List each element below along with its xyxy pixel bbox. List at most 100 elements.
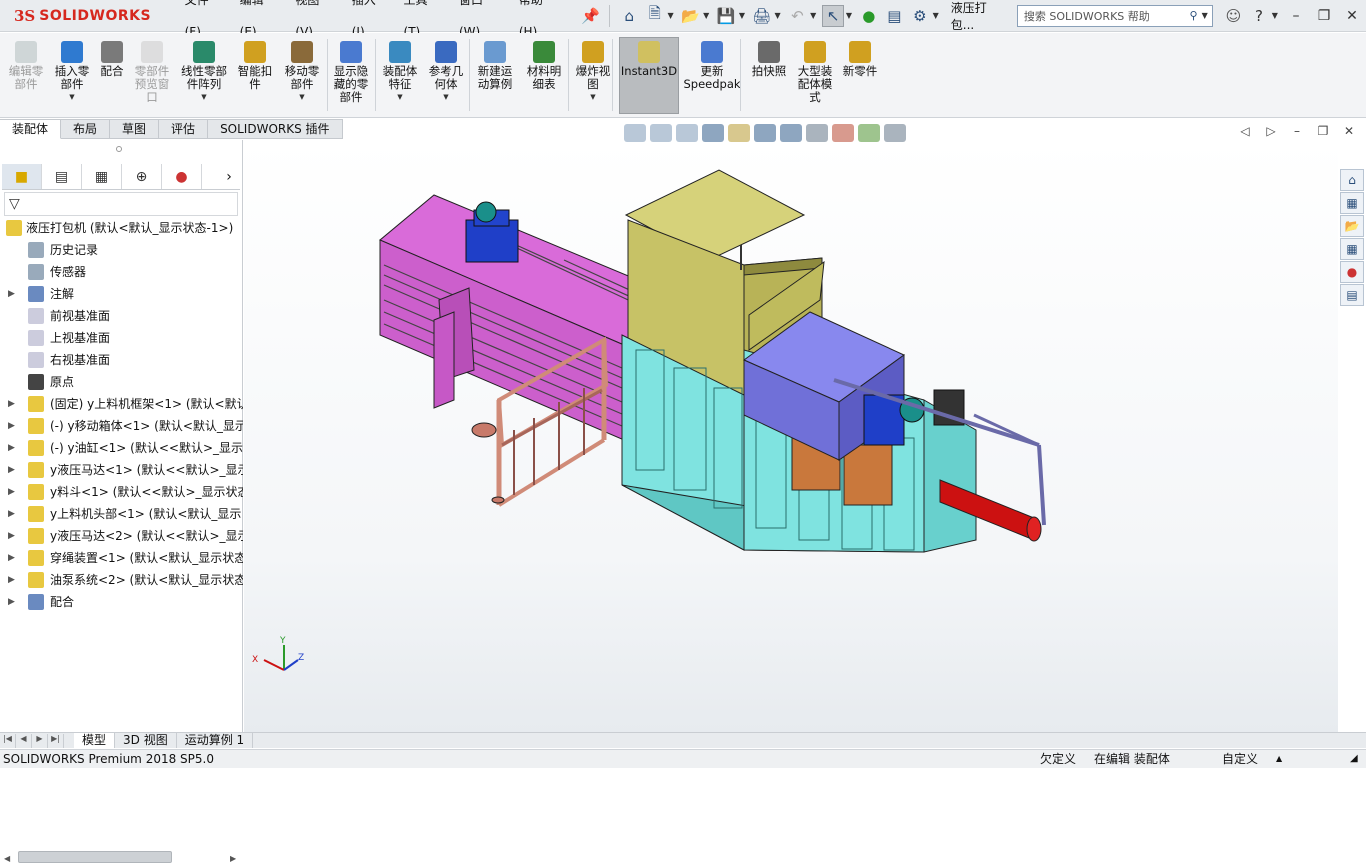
user-icon[interactable]: ☺: [1223, 5, 1245, 27]
file-explorer-icon[interactable]: 📂: [1340, 215, 1364, 237]
cmd-new-motion-study-button[interactable]: 新建运 动算例: [470, 37, 520, 91]
cmd-speedpak-button[interactable]: 更新 Speedpak: [682, 37, 742, 91]
close-icon[interactable]: ✕: [1338, 8, 1366, 24]
undo-icon[interactable]: ↶: [787, 5, 809, 27]
tree-item[interactable]: 原点: [0, 371, 243, 393]
cmd-large-assembly-button[interactable]: 大型装 配体模 式: [792, 37, 838, 104]
cmd-edit-component-button[interactable]: 编辑零 部件: [2, 37, 50, 91]
new-document-icon[interactable]: 🗎: [644, 4, 666, 27]
chevron-down-icon[interactable]: ▼: [424, 91, 468, 104]
chevron-right-icon[interactable]: ▶: [8, 569, 18, 591]
scroll-right-icon[interactable]: ▶: [230, 854, 238, 863]
units-status[interactable]: 自定义: [1222, 750, 1258, 768]
tree-item[interactable]: ▶ (-) y油缸<1> (默认<<默认>_显示: [0, 437, 243, 459]
restore-icon[interactable]: ❐: [1310, 8, 1338, 24]
section-view-icon[interactable]: [702, 124, 724, 142]
tab-model[interactable]: 模型: [74, 733, 116, 748]
view-orientation-icon[interactable]: [754, 124, 776, 142]
cmd-smart-fasteners-button[interactable]: 智能扣 件: [234, 37, 276, 91]
tree-item[interactable]: ▶ (固定) y上料机框架<1> (默认<默认: [0, 393, 243, 415]
baler-3d-model[interactable]: Y X Z: [244, 140, 1338, 732]
tree-item[interactable]: 前视基准面: [0, 305, 243, 327]
dimxpert-manager-tab-icon[interactable]: ⊕: [122, 164, 162, 189]
appearances-icon[interactable]: ●: [1340, 261, 1364, 283]
scroll-left-icon[interactable]: ◀: [4, 854, 12, 863]
scroll-thumb[interactable]: [18, 851, 172, 863]
help-icon[interactable]: ?: [1248, 5, 1270, 27]
tree-item[interactable]: ▶ 注解: [0, 283, 243, 305]
rebuild-traffic-light-icon[interactable]: ●: [858, 5, 880, 27]
cmd-bom-button[interactable]: 材料明 细表: [522, 37, 566, 91]
viewport-back-icon[interactable]: ◁: [1232, 124, 1258, 138]
cmd-insert-component-button[interactable]: 插入零 部件 ▼: [50, 37, 94, 104]
tree-item[interactable]: ▶ y液压马达<1> (默认<<默认>_显示: [0, 459, 243, 481]
dynamic-annotation-icon[interactable]: [728, 124, 750, 142]
cmd-mate-button[interactable]: 配合: [95, 37, 129, 78]
chevron-down-icon[interactable]: ▼: [667, 11, 673, 20]
tree-item[interactable]: 传感器: [0, 261, 243, 283]
tab-layout[interactable]: 布局: [61, 119, 111, 139]
view-palette-icon[interactable]: ▦: [1340, 238, 1364, 260]
resize-grip-icon[interactable]: ◢: [1350, 750, 1358, 768]
chevron-down-icon[interactable]: ▼: [376, 91, 424, 104]
chevron-right-icon[interactable]: ▶: [8, 591, 18, 613]
viewport-minimize-icon[interactable]: –: [1284, 124, 1310, 138]
custom-properties-icon[interactable]: ▤: [1340, 284, 1364, 306]
edit-appearance-icon[interactable]: [832, 124, 854, 142]
graphics-area[interactable]: Y X Z: [244, 140, 1338, 732]
solidworks-resources-icon[interactable]: ⌂: [1340, 169, 1364, 191]
chevron-down-icon[interactable]: ▼: [50, 91, 94, 104]
tab-addins[interactable]: SOLIDWORKS 插件: [208, 119, 343, 139]
display-manager-tab-icon[interactable]: ●: [162, 164, 202, 189]
file-properties-icon[interactable]: ▤: [884, 5, 906, 27]
tab-evaluate[interactable]: 评估: [159, 119, 209, 139]
apply-scene-icon[interactable]: [858, 124, 880, 142]
chevron-down-icon[interactable]: ▼: [570, 91, 616, 104]
chevron-down-icon[interactable]: ▼: [846, 11, 852, 20]
minimize-icon[interactable]: –: [1282, 8, 1310, 24]
prev-tab-icon[interactable]: ◀: [16, 733, 32, 748]
chevron-right-icon[interactable]: ▶: [8, 459, 18, 481]
chevron-down-icon[interactable]: ▼: [739, 11, 745, 20]
tab-assembly[interactable]: 装配体: [0, 119, 62, 139]
tree-item[interactable]: ▶ 配合: [0, 591, 243, 613]
view-settings-icon[interactable]: [884, 124, 906, 142]
chevron-right-icon[interactable]: ▶: [8, 503, 18, 525]
options-gear-icon[interactable]: ⚙: [909, 5, 931, 27]
tree-item[interactable]: 右视基准面: [0, 349, 243, 371]
cmd-instant3d-button[interactable]: Instant3D: [620, 37, 678, 78]
chevron-down-icon[interactable]: ▼: [1272, 11, 1278, 20]
panel-grip[interactable]: [116, 146, 122, 152]
chevron-down-icon[interactable]: ▼: [278, 91, 326, 104]
last-tab-icon[interactable]: ▶|: [48, 733, 64, 748]
chevron-right-icon[interactable]: ▶: [8, 547, 18, 569]
cmd-exploded-view-button[interactable]: 爆炸视 图 ▼: [570, 37, 616, 104]
viewport-close-icon[interactable]: ✕: [1336, 124, 1362, 138]
tree-item[interactable]: ▶ y上料机头部<1> (默认<默认_显示: [0, 503, 243, 525]
select-icon[interactable]: ↖: [822, 4, 844, 27]
chevron-down-icon[interactable]: ▼: [1202, 11, 1208, 20]
cmd-snapshot-button[interactable]: 拍快照: [746, 37, 792, 78]
design-library-icon[interactable]: ▦: [1340, 192, 1364, 214]
tree-item[interactable]: ▶ 穿绳装置<1> (默认<默认_显示状态: [0, 547, 243, 569]
previous-view-icon[interactable]: [676, 124, 698, 142]
chevron-down-icon[interactable]: ▼: [810, 11, 816, 20]
cmd-new-part-button[interactable]: 新零件: [838, 37, 882, 78]
tree-item[interactable]: 历史记录: [0, 239, 243, 261]
units-caret-icon[interactable]: ▲: [1276, 750, 1282, 768]
search-icon[interactable]: ⚲: [1190, 9, 1198, 22]
chevron-down-icon[interactable]: ▼: [933, 11, 939, 20]
cmd-show-hidden-button[interactable]: 显示隐 藏的零 部件: [328, 37, 374, 104]
chevron-right-icon[interactable]: ▶: [8, 283, 18, 305]
open-icon[interactable]: 📂: [680, 5, 702, 27]
blue-motor-top[interactable]: [465, 201, 519, 263]
tree-filter-icon[interactable]: ▽: [4, 192, 238, 216]
tree-item[interactable]: ▶ 油泵系统<2> (默认<默认_显示状态: [0, 569, 243, 591]
chevron-right-icon[interactable]: ▶: [8, 415, 18, 437]
tab-3d-view[interactable]: 3D 视图: [115, 733, 177, 748]
chevron-right-icon[interactable]: ▶: [8, 525, 18, 547]
next-tab-icon[interactable]: ▶: [32, 733, 48, 748]
configuration-manager-tab-icon[interactable]: ▦: [82, 164, 122, 189]
cmd-reference-geometry-button[interactable]: 参考几 何体 ▼: [424, 37, 468, 104]
chevron-right-icon[interactable]: ▶: [8, 393, 18, 415]
